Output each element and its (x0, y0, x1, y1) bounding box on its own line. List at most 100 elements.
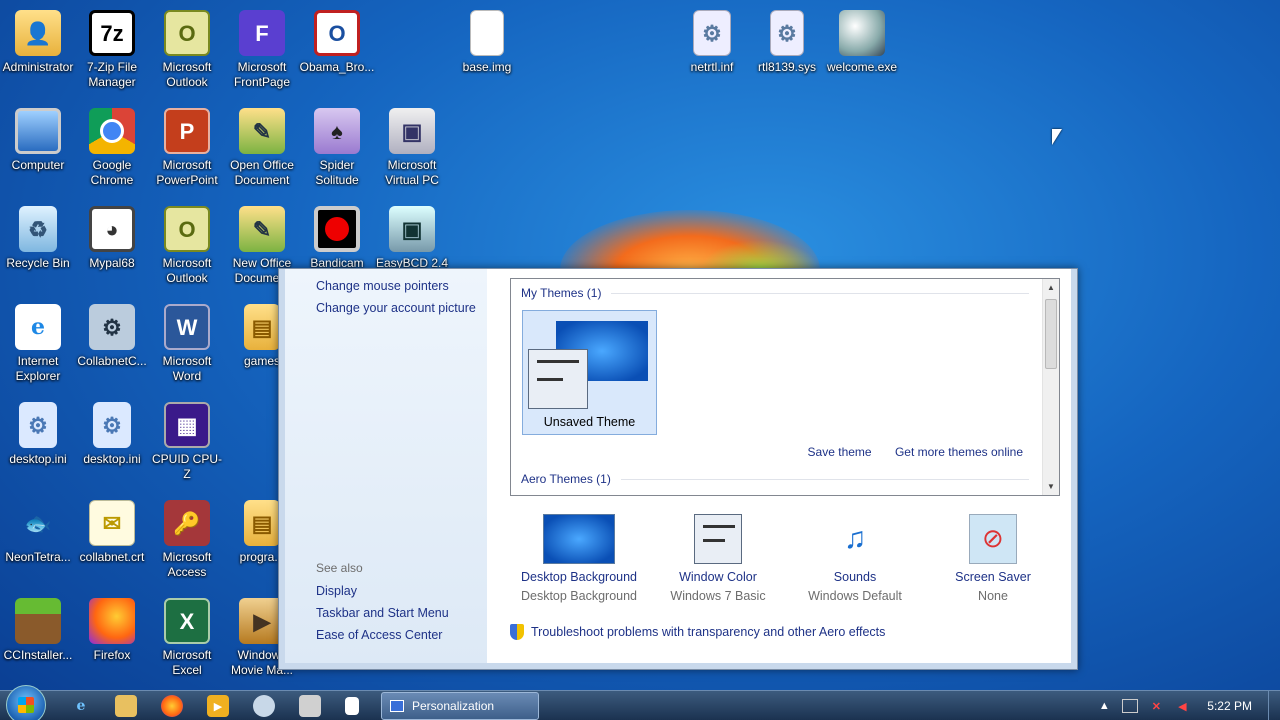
desktop-icon-label: Microsoft Outlook (162, 60, 212, 89)
desktop-icon-label: Open Office Document (230, 158, 294, 187)
desktop-icon-label: Google Chrome (90, 158, 134, 187)
desktop-icon-chrome[interactable]: Google Chrome (74, 108, 150, 188)
setting-title[interactable]: Screen Saver (923, 570, 1063, 584)
desktop-icon-frontpage[interactable]: F Microsoft FrontPage (224, 10, 300, 90)
desktop-icon-bandicam[interactable]: Bandicam (299, 206, 375, 271)
app-icon[interactable] (299, 695, 321, 717)
display-link[interactable]: Display (316, 584, 449, 598)
installer-icon: ⚙ (89, 304, 135, 350)
desktop-icon-collabnet[interactable]: ⚙ CollabnetC... (74, 304, 150, 369)
settings-file-icon: ⚙ (93, 402, 131, 448)
desktop-icon-virtual-pc[interactable]: ▣ Microsoft Virtual PC (374, 108, 450, 188)
desktop-icon-label: netrtl.inf (690, 60, 734, 74)
action-center-icon[interactable] (1122, 699, 1139, 713)
desktop-icon-internet-explorer[interactable]: e Internet Explorer (0, 304, 76, 384)
setting-value: Windows 7 Basic (670, 589, 766, 603)
change-account-picture-link[interactable]: Change your account picture (316, 301, 487, 315)
desktop-icon-netrtl-inf[interactable]: ⚙ netrtl.inf (674, 10, 750, 75)
desktop-icon-recycle-bin[interactable]: ♻ Recycle Bin (0, 206, 76, 271)
desktop-icon-administrator[interactable]: 👤 Administrator (0, 10, 76, 75)
desktop-icon-ccinstaller[interactable]: CCInstaller... (0, 598, 76, 663)
desktop-icon-easybcd[interactable]: ▣ EasyBCD 2.4 (374, 206, 450, 271)
desktop-icon-label: CollabnetC... (77, 354, 147, 368)
get-more-themes-link[interactable]: Get more themes online (895, 445, 1023, 459)
desktop-icon-cpuz[interactable]: ▦ CPUID CPU-Z (149, 402, 225, 482)
desktop-icon-excel[interactable]: X Microsoft Excel (149, 598, 225, 678)
save-theme-link[interactable]: Save theme (808, 445, 872, 459)
desktop-icon-label: base.img (462, 60, 512, 74)
troubleshoot-text[interactable]: Troubleshoot problems with transparency … (531, 625, 885, 639)
setting-value: None (978, 589, 1008, 603)
scroll-up-icon[interactable]: ▲ (1043, 279, 1059, 296)
desktop-icon-label: Mypal68 (89, 256, 135, 270)
show-desktop-button[interactable] (1268, 691, 1280, 720)
change-mouse-pointers-link[interactable]: Change mouse pointers (316, 279, 487, 293)
desktop-icon-label: Recycle Bin (6, 256, 70, 270)
sounds-setting[interactable]: ♫ Sounds Windows Default (785, 514, 925, 603)
desktop-icon-desktop-ini[interactable]: ⚙ desktop.ini (0, 402, 76, 467)
explorer-icon[interactable] (115, 695, 137, 717)
desktop-icon-label: Obama_Bro... (299, 60, 375, 74)
setting-title[interactable]: Sounds (785, 570, 925, 584)
scroll-down-icon[interactable]: ▼ (1043, 478, 1059, 495)
ie-icon[interactable]: e (70, 695, 92, 717)
desktop-background-setting[interactable]: Desktop Background Desktop Background (509, 514, 649, 603)
access-icon: 🔑 (164, 500, 210, 546)
scroll-thumb[interactable] (1045, 299, 1057, 369)
desktop-icon-neontetra[interactable]: 🐟 NeonTetra... (0, 500, 76, 565)
theme-name: Unsaved Theme (543, 415, 636, 429)
uac-shield-icon (510, 624, 524, 640)
desktop-icon-obama-bro[interactable]: O Obama_Bro... (299, 10, 375, 75)
desktop-icon-word[interactable]: W Microsoft Word (149, 304, 225, 384)
desktop-icon-base-img[interactable]: base.img (449, 10, 525, 75)
desktop-icon-open-office-doc[interactable]: ✎ Open Office Document (224, 108, 300, 188)
document-icon: ✎ (239, 206, 285, 252)
desktop-icon-firefox[interactable]: Firefox (74, 598, 150, 663)
tray-expand-icon[interactable]: ▲ (1096, 699, 1112, 713)
firefox-icon[interactable] (161, 695, 183, 717)
desktop-icon-desktop-ini-2[interactable]: ⚙ desktop.ini (74, 402, 150, 467)
firefox-icon (89, 598, 135, 644)
taskbar-personalization[interactable]: Personalization (381, 692, 539, 720)
desktop-icon-label: 7-Zip File Manager (86, 60, 137, 89)
ease-of-access-link[interactable]: Ease of Access Center (316, 628, 449, 642)
cards-icon: ♠ (314, 108, 360, 154)
setting-title[interactable]: Window Color (648, 570, 788, 584)
computer-icon (15, 108, 61, 154)
network-icon[interactable] (253, 695, 275, 717)
screen-saver-setting[interactable]: Screen Saver None (923, 514, 1063, 603)
window-color-setting[interactable]: Window Color Windows 7 Basic (648, 514, 788, 603)
screen-saver-icon (969, 514, 1017, 564)
desktop-icon-label: Administrator (2, 60, 74, 74)
setting-title[interactable]: Desktop Background (509, 570, 649, 584)
start-button[interactable] (6, 685, 46, 720)
troubleshoot-link[interactable]: Troubleshoot problems with transparency … (510, 624, 885, 640)
desktop-icon-powerpoint[interactable]: P Microsoft PowerPoint (149, 108, 225, 188)
excel-icon: X (164, 598, 210, 644)
setting-value: Desktop Background (520, 589, 638, 603)
desktop-icon-computer[interactable]: Computer (0, 108, 76, 173)
desktop-icon-label: Spider Solitude (315, 158, 359, 187)
theme-window-preview (528, 349, 588, 409)
themes-scrollbar[interactable]: ▲ ▼ (1042, 279, 1059, 495)
clock[interactable]: 5:22 PM (1207, 699, 1252, 713)
media-player-icon[interactable]: ▶ (207, 695, 229, 717)
volume-muted-icon[interactable]: ◀ (1174, 699, 1190, 713)
network-error-icon[interactable]: ✕ (1148, 699, 1164, 713)
desktop-icon-spider-solitude[interactable]: ♠ Spider Solitude (299, 108, 375, 188)
desktop-icon-access[interactable]: 🔑 Microsoft Access (149, 500, 225, 580)
system-file-icon: ⚙ (770, 10, 804, 56)
desktop-icon-outlook[interactable]: O Microsoft Outlook (149, 10, 225, 90)
desktop-icon-welcome-exe[interactable]: welcome.exe (824, 10, 900, 75)
desktop-icon-collabnet-crt[interactable]: ✉ collabnet.crt (74, 500, 150, 565)
taskbar-start-menu-link[interactable]: Taskbar and Start Menu (316, 606, 449, 620)
powerpoint-icon: P (164, 108, 210, 154)
desktop-icon-outlook-2[interactable]: O Microsoft Outlook (149, 206, 225, 286)
desktop-icon-7zip[interactable]: 7z 7-Zip File Manager (74, 10, 150, 90)
desktop-icon-label: Computer (11, 158, 65, 172)
desktop-icon-rtl8139-sys[interactable]: ⚙ rtl8139.sys (749, 10, 825, 75)
windows-logo-icon (18, 697, 34, 713)
app-icon-2[interactable] (345, 697, 359, 715)
theme-tile-unsaved[interactable]: Unsaved Theme (522, 310, 657, 435)
desktop-icon-mypal68[interactable]: ◕ Mypal68 (74, 206, 150, 271)
